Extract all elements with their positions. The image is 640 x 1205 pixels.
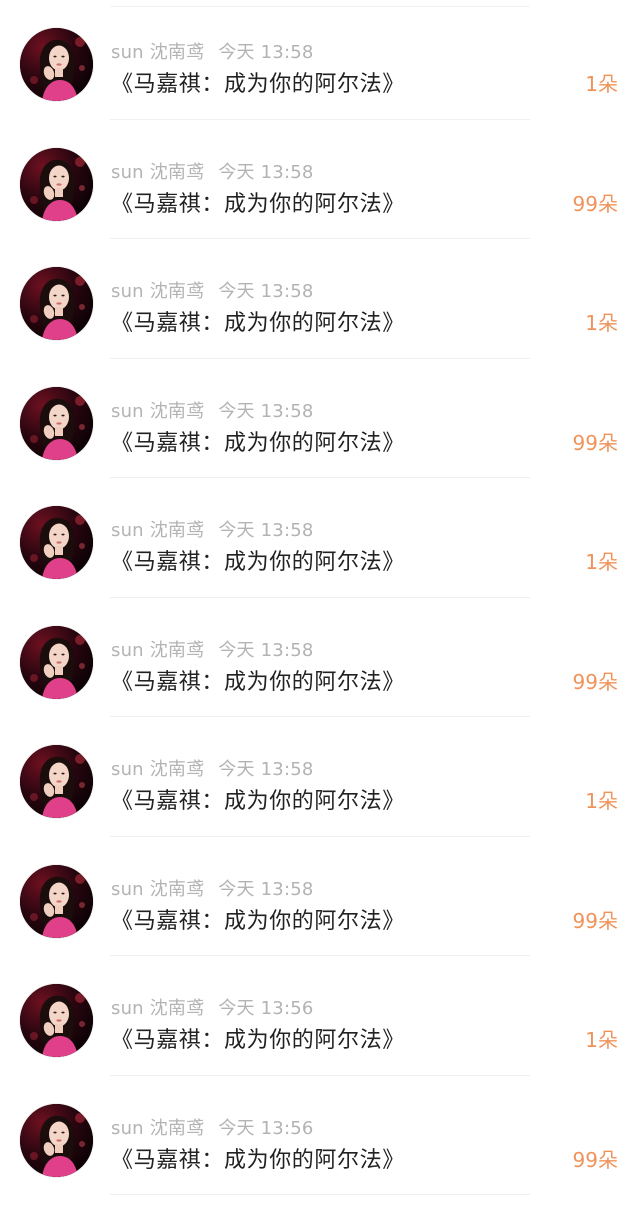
username[interactable]: sun 沈南鸢: [111, 640, 204, 661]
avatar-portrait-image: [20, 745, 93, 818]
username[interactable]: sun 沈南鸢: [111, 759, 204, 780]
item-title[interactable]: 《马嘉祺：成为你的阿尔法》: [111, 1142, 405, 1174]
item-title[interactable]: 《马嘉祺：成为你的阿尔法》: [111, 664, 405, 696]
gift-count: 99朵: [572, 430, 618, 455]
item-meta: sun 沈南鸢 今天 13:58: [111, 158, 314, 183]
avatar-portrait-image: [20, 28, 93, 101]
item-meta: sun 沈南鸢 今天 13:58: [111, 875, 314, 900]
gift-count: 1朵: [585, 789, 618, 813]
timestamp: 今天 13:58: [218, 520, 314, 541]
item-title[interactable]: 《马嘉祺：成为你的阿尔法》: [111, 425, 405, 457]
item-meta: sun 沈南鸢 今天 13:56: [111, 1114, 314, 1139]
avatar[interactable]: [20, 625, 93, 699]
gift-record-list: sun 沈南鸢 今天 13:58 《马嘉祺：成为你的阿尔法》 1朵 sun 沈南鸢…: [0, 0, 640, 1205]
gift-count: 99朵: [572, 669, 618, 694]
timestamp: 今天 13:58: [218, 639, 314, 661]
list-item[interactable]: sun 沈南鸢 今天 13:58 《马嘉祺：成为你的阿尔法》 1朵: [0, 239, 640, 359]
list-item[interactable]: sun 沈南鸢 今天 13:58 《马嘉祺：成为你的阿尔法》 99朵: [0, 837, 640, 957]
username[interactable]: sun 沈南鸢: [111, 281, 204, 302]
avatar-portrait-image: [20, 1103, 93, 1177]
timestamp: 今天 13:58: [218, 42, 314, 63]
item-meta: sun 沈南鸢 今天 13:58: [111, 277, 314, 302]
username[interactable]: sun 沈南鸢: [111, 998, 204, 1019]
timestamp: 今天 13:58: [218, 281, 314, 302]
item-title[interactable]: 《马嘉祺：成为你的阿尔法》: [111, 544, 405, 576]
list-item[interactable]: sun 沈南鸢 今天 13:58 《马嘉祺：成为你的阿尔法》 1朵: [0, 478, 640, 598]
avatar-portrait-image: [20, 267, 93, 340]
gift-count: 99朵: [572, 191, 618, 216]
avatar-portrait-image: [20, 386, 93, 460]
item-title[interactable]: 《马嘉祺：成为你的阿尔法》: [111, 1022, 405, 1054]
item-meta: sun 沈南鸢 今天 13:58: [111, 38, 314, 63]
list-item[interactable]: sun 沈南鸢 今天 13:58 《马嘉祺：成为你的阿尔法》 99朵: [0, 598, 640, 718]
timestamp: 今天 13:56: [218, 998, 314, 1019]
avatar-portrait-image: [20, 147, 93, 221]
item-title[interactable]: 《马嘉祺：成为你的阿尔法》: [111, 783, 405, 815]
item-title[interactable]: 《马嘉祺：成为你的阿尔法》: [111, 186, 405, 218]
timestamp: 今天 13:58: [218, 400, 314, 422]
item-title[interactable]: 《马嘉祺：成为你的阿尔法》: [111, 903, 405, 935]
username[interactable]: sun 沈南鸢: [111, 1118, 204, 1139]
username[interactable]: sun 沈南鸢: [111, 879, 204, 900]
avatar[interactable]: [20, 984, 93, 1057]
gift-count: 1朵: [585, 72, 618, 96]
gift-count: 1朵: [585, 311, 618, 335]
timestamp: 今天 13:58: [218, 878, 314, 900]
list-item[interactable]: sun 沈南鸢 今天 13:58 《马嘉祺：成为你的阿尔法》 1朵: [0, 0, 640, 120]
item-meta: sun 沈南鸢 今天 13:56: [111, 994, 314, 1019]
timestamp: 今天 13:56: [218, 1117, 314, 1139]
gift-count: 1朵: [585, 1028, 618, 1052]
item-meta: sun 沈南鸢 今天 13:58: [111, 755, 314, 780]
username[interactable]: sun 沈南鸢: [111, 401, 204, 422]
gift-count: 99朵: [572, 1147, 618, 1172]
avatar[interactable]: [20, 1103, 93, 1177]
item-meta: sun 沈南鸢 今天 13:58: [111, 397, 314, 422]
item-title[interactable]: 《马嘉祺：成为你的阿尔法》: [111, 66, 405, 98]
gift-count: 99朵: [572, 908, 618, 933]
avatar[interactable]: [20, 386, 93, 460]
avatar[interactable]: [20, 864, 93, 938]
avatar[interactable]: [20, 267, 93, 340]
list-item[interactable]: sun 沈南鸢 今天 13:58 《马嘉祺：成为你的阿尔法》 99朵: [0, 120, 640, 240]
avatar[interactable]: [20, 506, 93, 579]
username[interactable]: sun 沈南鸢: [111, 42, 204, 63]
avatar-portrait-image: [20, 864, 93, 938]
item-title[interactable]: 《马嘉祺：成为你的阿尔法》: [111, 305, 405, 337]
avatar[interactable]: [20, 147, 93, 221]
avatar-portrait-image: [20, 625, 93, 699]
username[interactable]: sun 沈南鸢: [111, 162, 204, 183]
avatar[interactable]: [20, 28, 93, 101]
item-meta: sun 沈南鸢 今天 13:58: [111, 516, 314, 541]
avatar-portrait-image: [20, 506, 93, 579]
avatar-portrait-image: [20, 984, 93, 1057]
avatar[interactable]: [20, 745, 93, 818]
item-meta: sun 沈南鸢 今天 13:58: [111, 636, 314, 661]
list-item[interactable]: sun 沈南鸢 今天 13:58 《马嘉祺：成为你的阿尔法》 1朵: [0, 717, 640, 837]
list-item[interactable]: sun 沈南鸢 今天 13:56 《马嘉祺：成为你的阿尔法》 1朵: [0, 956, 640, 1076]
username[interactable]: sun 沈南鸢: [111, 520, 204, 541]
timestamp: 今天 13:58: [218, 759, 314, 780]
timestamp: 今天 13:58: [218, 161, 314, 183]
gift-count: 1朵: [585, 550, 618, 574]
list-item[interactable]: sun 沈南鸢 今天 13:56 《马嘉祺：成为你的阿尔法》 99朵: [0, 1076, 640, 1196]
list-item[interactable]: sun 沈南鸢 今天 13:58 《马嘉祺：成为你的阿尔法》 99朵: [0, 359, 640, 479]
